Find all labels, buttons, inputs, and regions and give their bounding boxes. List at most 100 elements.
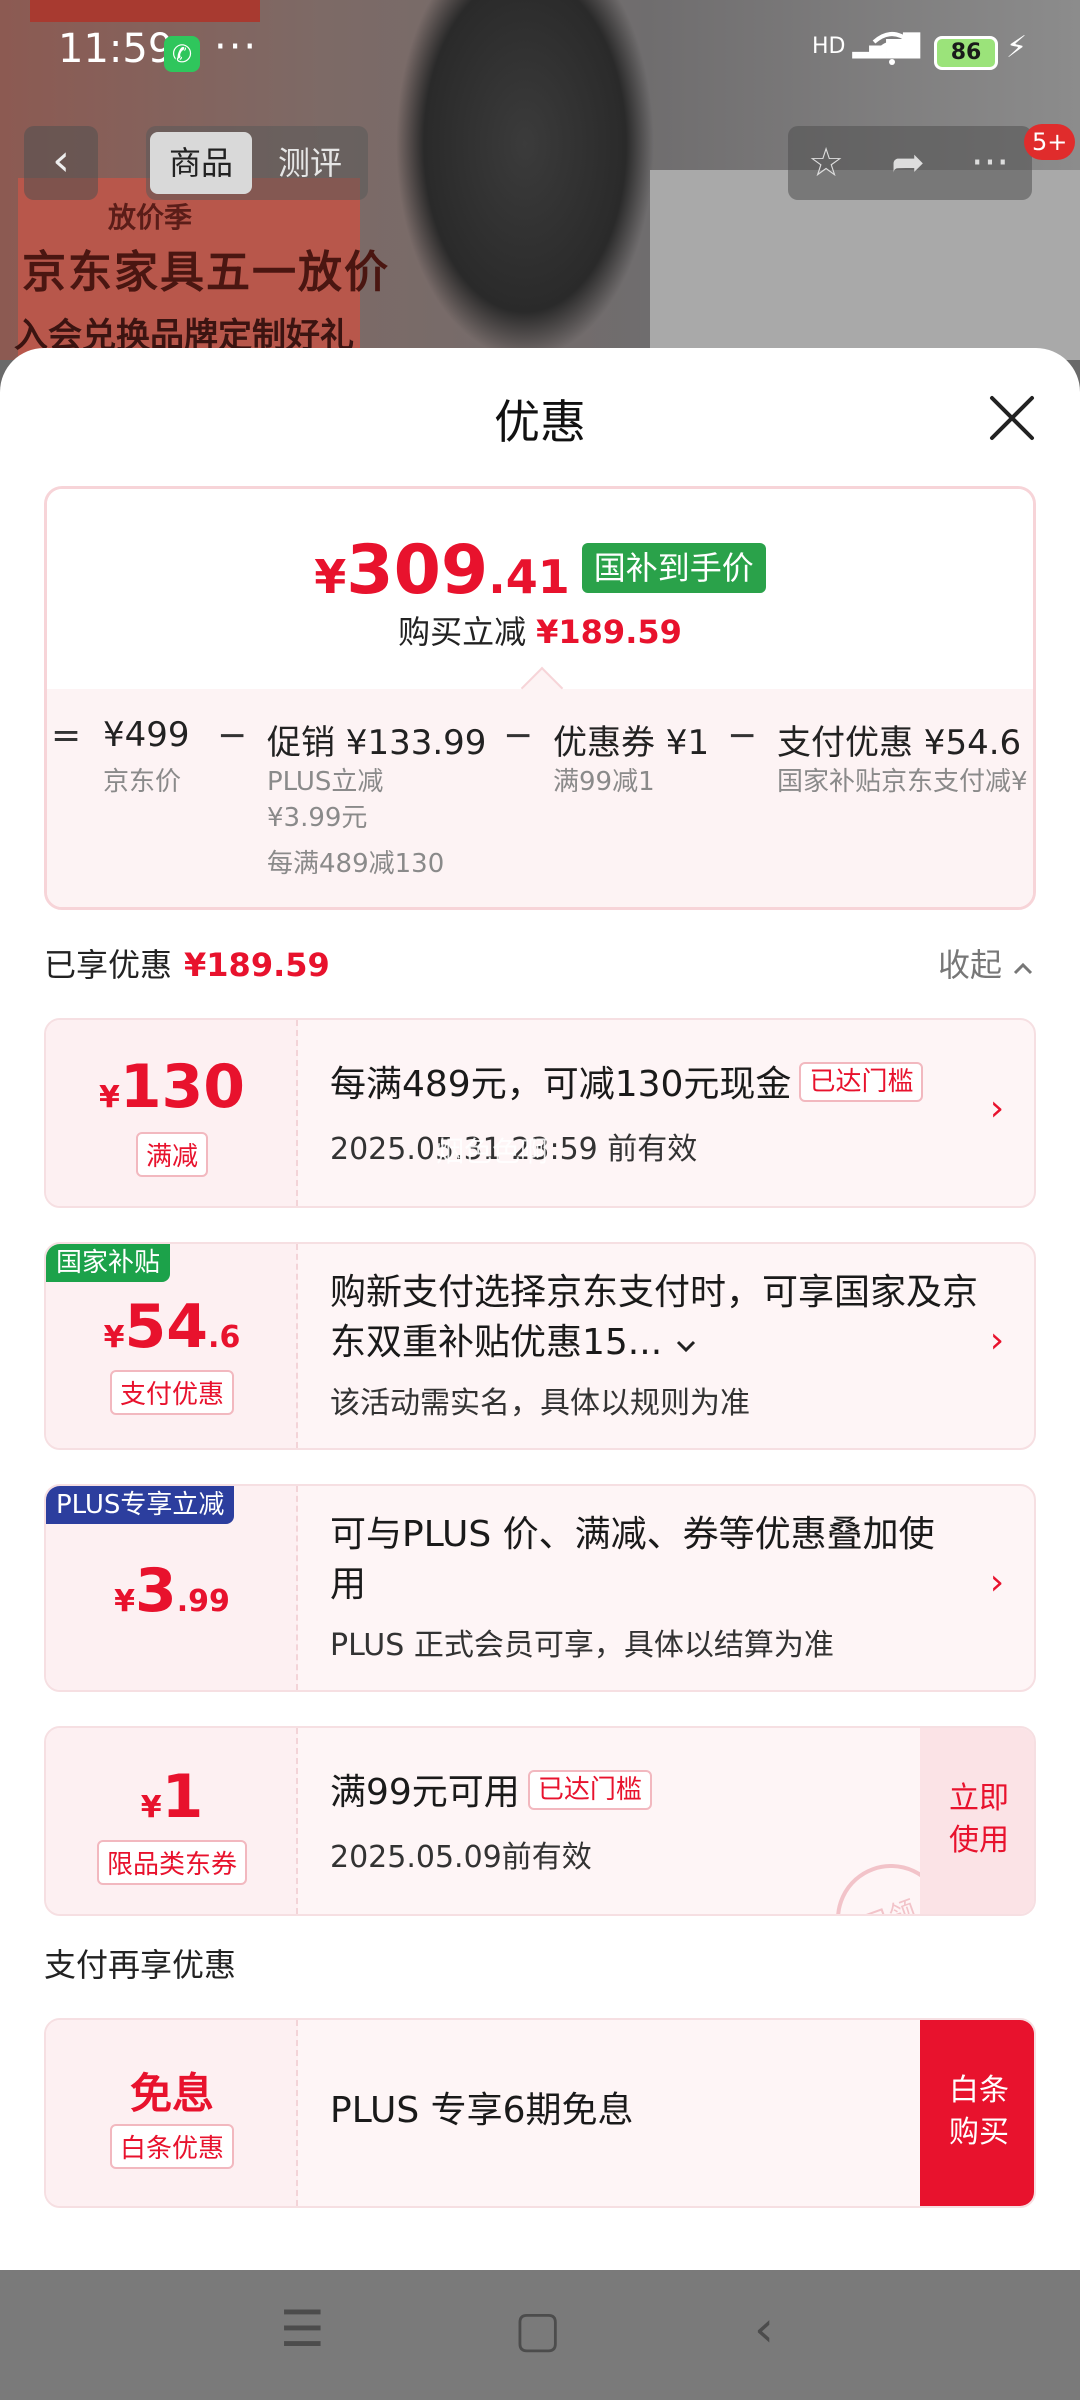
back-icon[interactable]: ‹ — [754, 2300, 774, 2358]
payment-discount-label: 国家补贴京东支付减¥ — [777, 767, 1028, 797]
offer-amount: ¥130 — [46, 1052, 298, 1122]
amount-decimal: .6 — [208, 1320, 241, 1355]
jd-price-label: 京东价 — [103, 767, 182, 797]
message-badge: 5+ — [1024, 124, 1076, 160]
offer-type: 白条优惠 — [46, 2124, 298, 2169]
enjoyed-discount-header: 已享优惠 ¥189.59 — [44, 940, 330, 986]
banner-text-2: 京东家具五一放价 — [22, 247, 390, 298]
reduction-label: 购买立减 — [398, 613, 527, 651]
offer-note: 该活动需实名，具体以规则为准 — [330, 1386, 750, 1421]
chevron-right-icon[interactable]: › — [982, 1562, 1012, 1603]
amount-integer: 3 — [134, 1556, 177, 1626]
signal-label: HD — [812, 34, 846, 59]
collapse-label: 收起 — [938, 946, 1003, 984]
national-subsidy-tag: 国家补贴 — [46, 1244, 171, 1282]
baitiao-buy-button[interactable]: 白条购买 — [920, 2020, 1034, 2206]
enjoyed-value: ¥189.59 — [184, 946, 330, 984]
plus-exclusive-offer-card[interactable]: PLUS专享立减 ¥3.99 可与PLUS 价、满减、券等优惠叠加使用 PLUS… — [44, 1484, 1036, 1692]
price-tag: 国补到手价 — [581, 543, 766, 593]
offer-validity: 2025.05.09前有效 — [330, 1840, 592, 1875]
collapse-button[interactable]: 收起 — [938, 940, 1034, 986]
offer-title-text: 每满489元，可减130元现金 — [330, 1064, 792, 1105]
home-icon[interactable]: ▢ — [514, 2300, 561, 2358]
plus-reduce-value: ¥3.99元 — [267, 803, 368, 833]
chevron-up-icon — [1012, 946, 1034, 984]
threshold-reached-tag: 已达门槛 — [799, 1062, 924, 1102]
close-icon[interactable] — [984, 390, 1040, 446]
offer-amount: ¥3.99 — [46, 1556, 298, 1626]
system-navigation-bar: ☰ ▢ ‹ — [0, 2270, 1080, 2400]
offer-type-label: 支付优惠 — [109, 1370, 234, 1415]
chevron-right-icon[interactable]: › — [982, 1320, 1012, 1361]
currency-symbol: ¥ — [98, 1080, 120, 1115]
final-price: ¥309.41 国补到手价 — [47, 531, 1033, 610]
full-reduce-rule: 每满489减130 — [267, 849, 445, 879]
phone-icon: ✆ — [164, 36, 200, 72]
price-integer: 309 — [346, 531, 489, 610]
offer-note: PLUS 正式会员可享，具体以结算为准 — [330, 1628, 834, 1663]
amount-decimal: .99 — [176, 1584, 230, 1619]
offer-title: PLUS 专享6期免息 — [330, 2090, 634, 2131]
banner-text-1: 放价季 — [108, 201, 193, 234]
more-notifications-icon: ··· — [214, 24, 259, 70]
price-decimal: .41 — [488, 550, 570, 604]
amount-integer: 130 — [119, 1052, 246, 1122]
minus-sign: − — [503, 715, 534, 756]
currency-symbol: ¥ — [114, 1584, 135, 1619]
offer-type-label: 限品类东券 — [96, 1840, 247, 1885]
offer-amount: ¥54.6 — [46, 1292, 298, 1362]
offer-title: 可与PLUS 价、满减、券等优惠叠加使用 — [330, 1514, 935, 1605]
favorite-icon[interactable]: ☆ — [796, 136, 856, 190]
chevron-down-icon[interactable] — [674, 1322, 698, 1363]
share-icon[interactable]: ➦ — [878, 136, 938, 190]
discount-sheet: 优惠 ¥309.41 国补到手价 购买立减 ¥189.59 = ¥499 京东价 −… — [0, 348, 1080, 2270]
pay-section-header: 支付再享优惠 — [44, 1946, 237, 1984]
amount-integer: 1 — [161, 1762, 204, 1832]
status-bar: 11:59 ✆ ··· HD ▂▄▆█ 86 ⚡ — [0, 0, 1080, 110]
minus-sign: − — [727, 715, 758, 756]
offer-title: 满99元可用 已达门槛 — [330, 1768, 652, 1818]
more-icon[interactable]: ··· — [960, 136, 1020, 190]
battery-icon: 86 — [934, 36, 998, 70]
back-button[interactable]: ‹ — [24, 126, 98, 200]
offer-title: 购新支付选择京东支付时，可享国家及京东双重补贴优惠15... — [330, 1268, 990, 1368]
use-now-button[interactable]: 立即使用 — [920, 1728, 1034, 1914]
amount-integer: 54 — [124, 1292, 209, 1362]
equals-sign: = — [51, 715, 82, 756]
baitiao-buy-label: 白条购买 — [949, 2073, 1009, 2150]
menu-icon[interactable]: ☰ — [280, 2300, 325, 2358]
offer-type: 满减 — [46, 1132, 298, 1177]
charging-icon: ⚡ — [1006, 30, 1028, 65]
offer-title-text: 满99元可用 — [330, 1772, 520, 1813]
interest-free-label: 免息 — [129, 2069, 214, 2118]
offer-type: 限品类东券 — [46, 1840, 298, 1885]
top-actions: ☆ ➦ ··· — [788, 126, 1032, 200]
full-reduce-offer-card[interactable]: ¥130 满减 每满489元，可减130元现金 已达门槛 2025.05.31 2… — [44, 1018, 1036, 1208]
wifi-icon — [872, 30, 912, 75]
currency-symbol: ¥ — [103, 1320, 125, 1355]
tab-review[interactable]: 测评 — [258, 132, 362, 194]
jd-price: ¥499 — [103, 715, 190, 755]
coupon-rule: 满99减1 — [553, 767, 655, 797]
price-symbol: ¥ — [314, 550, 347, 604]
coupon-amount: 优惠券 ¥1 — [553, 723, 710, 763]
reduction-value: ¥189.59 — [536, 613, 682, 651]
payment-discount: 支付优惠 ¥54.6 — [777, 723, 1022, 763]
offer-title-text: 购新支付选择京东支付时，可享国家及京东双重补贴优惠15... — [330, 1272, 979, 1363]
plus-reduce-label: PLUS立减 — [267, 767, 384, 797]
plus-exclusive-tag: PLUS专享立减 — [46, 1486, 235, 1524]
promotion-amount: 促销 ¥133.99 — [267, 723, 487, 763]
page-tabs: 商品 测评 — [146, 126, 368, 200]
offer-type: 支付优惠 — [46, 1370, 298, 1415]
tab-product[interactable]: 商品 — [150, 132, 252, 194]
threshold-reached-tag: 已达门槛 — [527, 1770, 652, 1810]
chevron-right-icon[interactable]: › — [982, 1088, 1012, 1129]
offer-type-label: 满减 — [135, 1132, 208, 1177]
offer-amount: ¥1 — [46, 1762, 298, 1832]
offer-type-label: 白条优惠 — [109, 2124, 234, 2169]
watermark: 烟色色啊 — [436, 1135, 549, 1168]
national-subsidy-offer-card[interactable]: 国家补贴 ¥54.6 支付优惠 购新支付选择京东支付时，可享国家及京东双重补贴优… — [44, 1242, 1036, 1450]
currency-symbol: ¥ — [140, 1790, 162, 1825]
offer-title: 每满489元，可减130元现金 已达门槛 — [330, 1060, 924, 1110]
sheet-title: 优惠 — [494, 395, 586, 449]
